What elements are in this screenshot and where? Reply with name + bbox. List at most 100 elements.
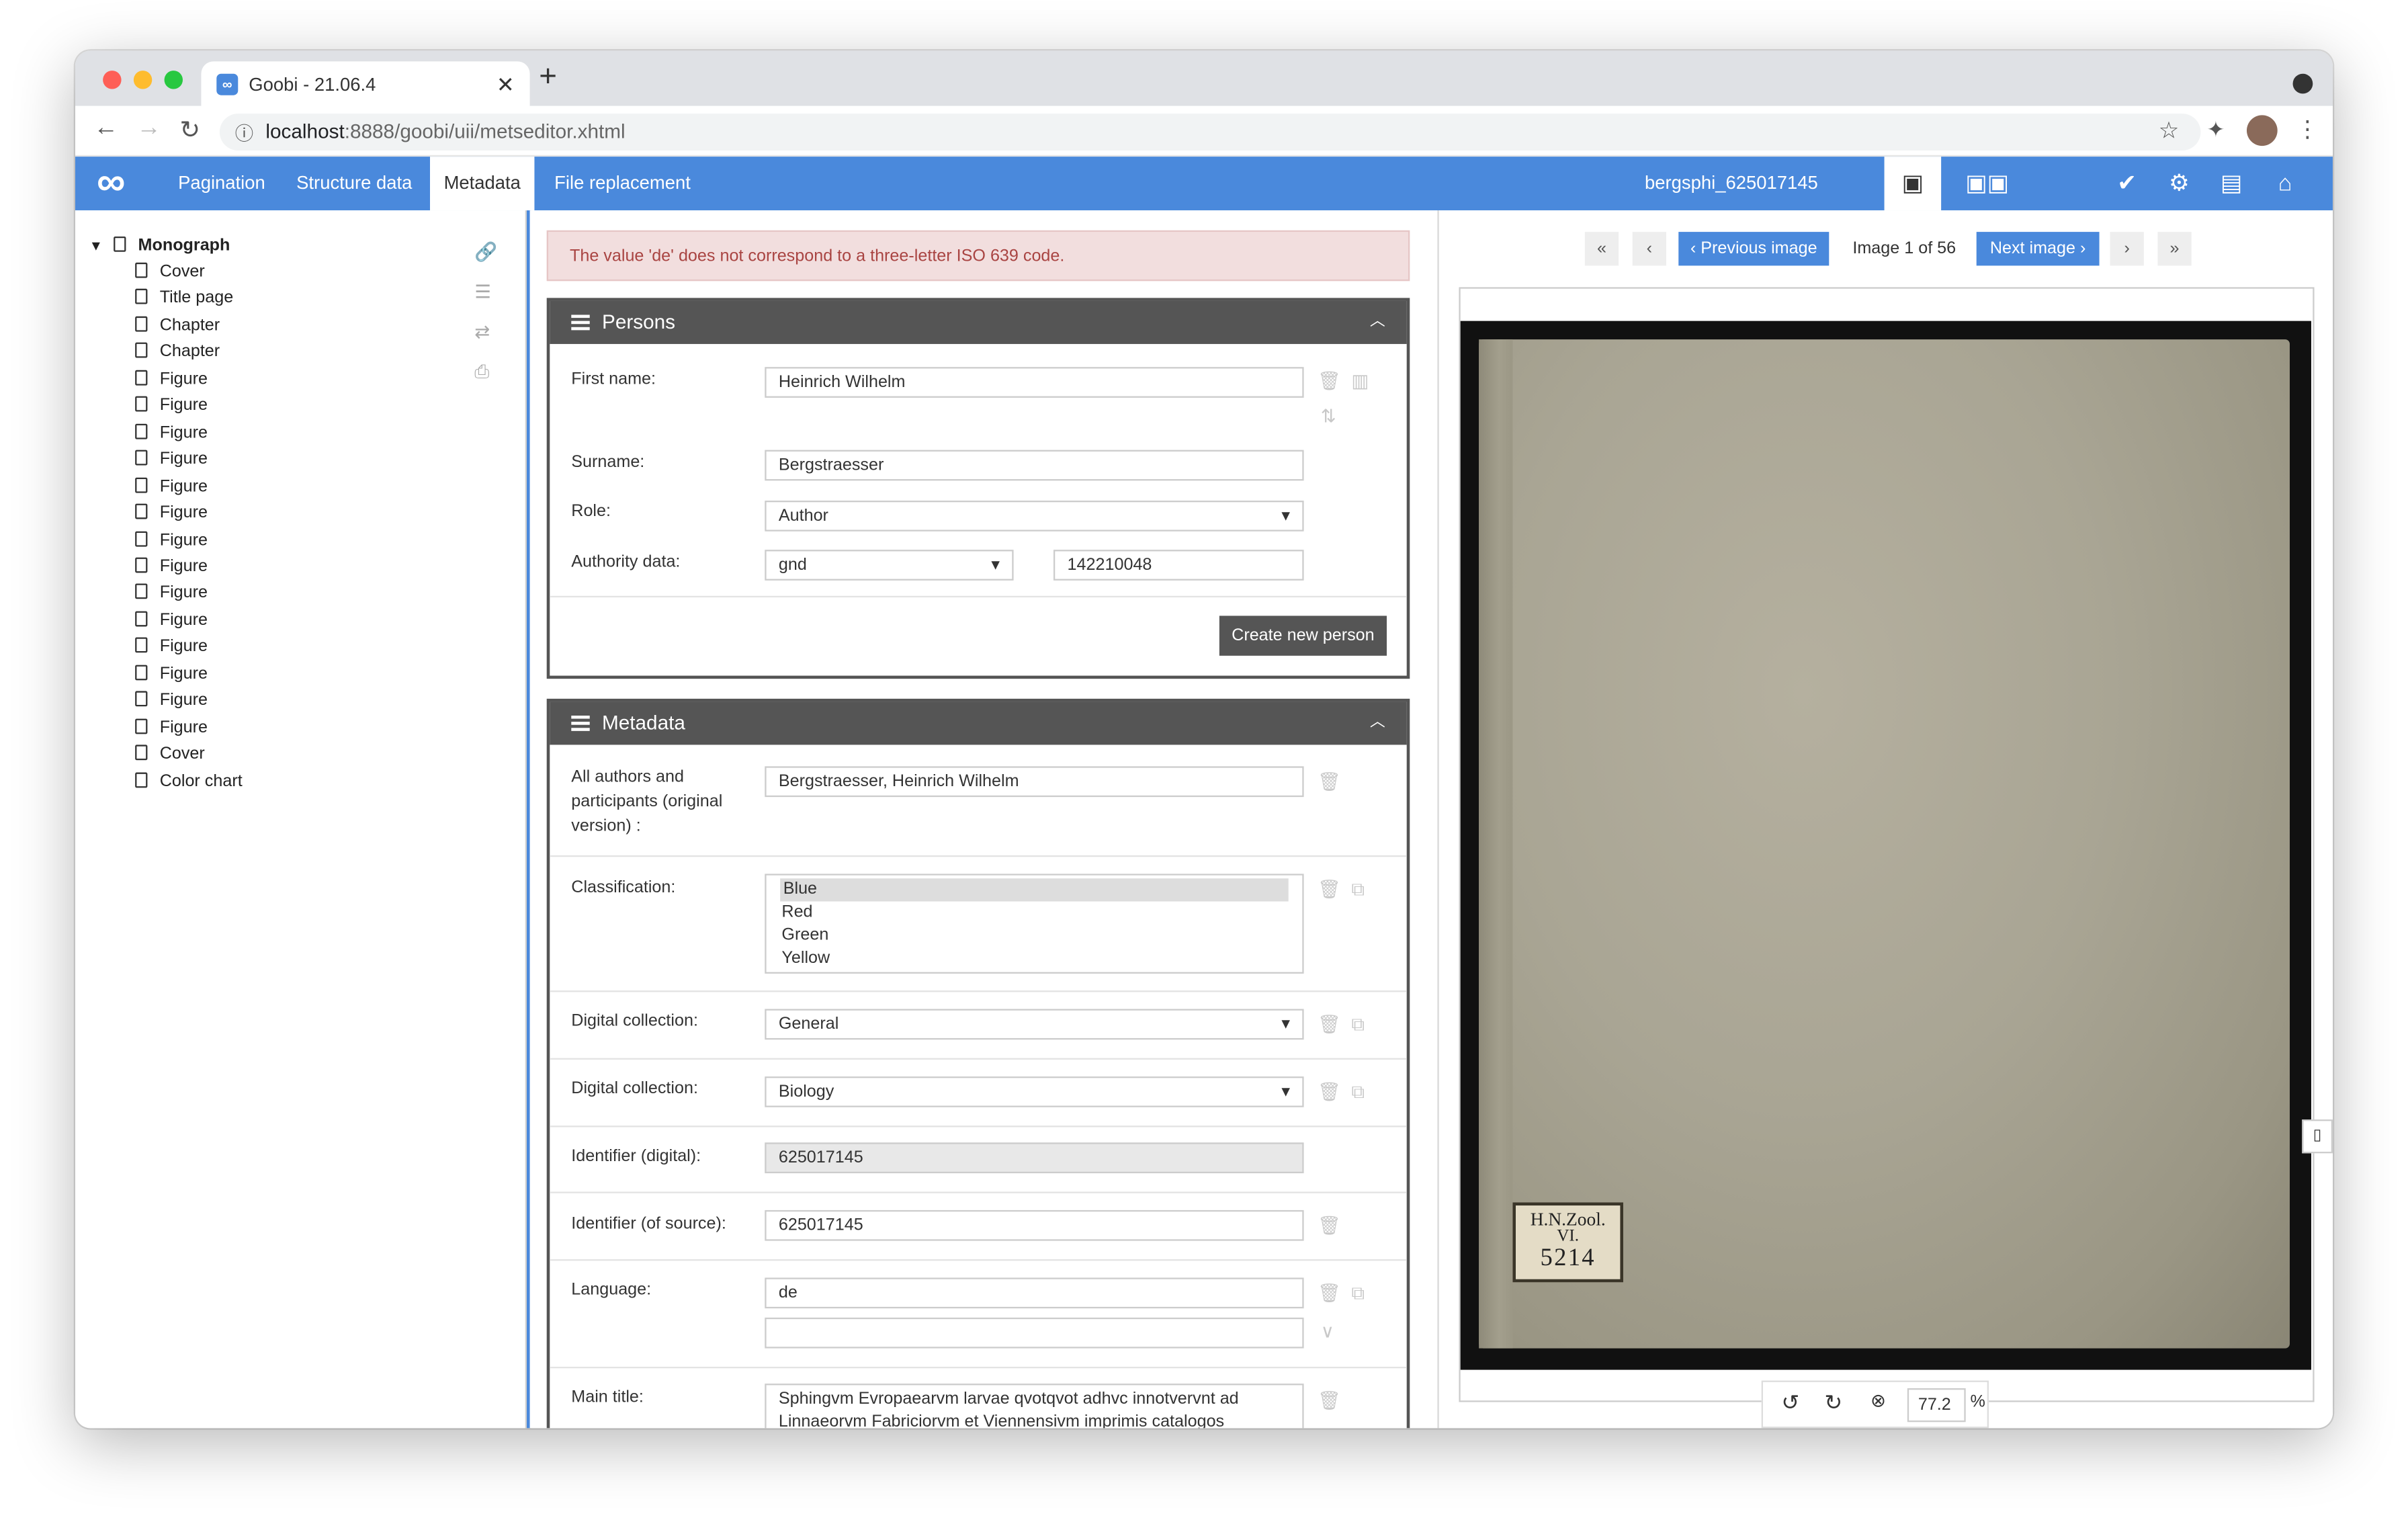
first-image-button[interactable]: « — [1584, 232, 1619, 266]
delete-trash-icon[interactable]: 🗑 — [1318, 1282, 1341, 1304]
first-name-input[interactable]: Heinrich Wilhelm — [765, 367, 1304, 398]
tree-item[interactable]: Color chart — [135, 769, 243, 795]
authority-source-select[interactable]: gnd — [765, 550, 1014, 581]
duplicate-copy-icon[interactable]: ⧉ — [1351, 878, 1365, 901]
list-icon[interactable]: ☰ — [474, 281, 491, 302]
settings-gear-icon[interactable]: ⚙ — [2159, 157, 2199, 210]
delete-trash-icon[interactable]: 🗑 — [1318, 1390, 1341, 1411]
next-image-small-button[interactable]: › — [2110, 232, 2144, 266]
persons-header[interactable]: Persons ︿ — [550, 300, 1407, 344]
close-window-button[interactable] — [103, 71, 122, 89]
collapse-triangle-icon[interactable]: ▼ — [89, 238, 103, 253]
tab-file-replacement[interactable]: File replacement — [554, 157, 691, 210]
tab-metadata[interactable]: Metadata — [429, 157, 535, 211]
classification-option[interactable]: Red — [767, 902, 1303, 925]
language-input[interactable]: de — [765, 1277, 1304, 1309]
sort-arrows-icon[interactable]: ⇅ — [1321, 405, 1336, 427]
surname-input[interactable]: Bergstraesser — [765, 450, 1304, 481]
minimize-window-button[interactable] — [133, 71, 153, 89]
print-icon[interactable]: ⎙ — [474, 361, 489, 384]
tree-item[interactable]: Figure — [135, 447, 208, 473]
reload-icon[interactable]: ↻ — [179, 115, 200, 146]
tree-root[interactable]: ▼ Monograph — [89, 233, 230, 259]
close-tab-icon[interactable]: ✕ — [497, 61, 515, 108]
tab-structure-data[interactable]: Structure data — [296, 157, 412, 210]
tree-item[interactable]: Figure — [135, 527, 208, 554]
delete-trash-icon[interactable]: 🗑 — [1318, 1081, 1341, 1103]
tree-item[interactable]: Title page — [135, 286, 233, 312]
classification-option[interactable]: Blue — [780, 878, 1289, 902]
bookmark-icon[interactable]: ▯ — [2302, 1119, 2333, 1154]
panel-splitter[interactable] — [526, 210, 530, 1429]
save-disk-icon[interactable]: ▤ — [2211, 157, 2251, 210]
forward-arrow-icon[interactable]: → — [136, 115, 161, 142]
delete-trash-icon[interactable]: 🗑 — [1318, 1013, 1341, 1035]
tree-item[interactable]: Figure — [135, 420, 208, 446]
address-bar[interactable]: ⓘ localhost:8888/goobi/uii/metseditor.xh… — [219, 114, 2201, 151]
rotate-right-icon[interactable]: ↻ — [1824, 1390, 1842, 1416]
tree-item[interactable]: Figure — [135, 554, 208, 581]
delete-trash-icon[interactable]: 🗑 — [1318, 771, 1341, 792]
extensions-icon[interactable]: ✦ — [2207, 117, 2225, 143]
tree-item[interactable]: Figure — [135, 394, 208, 420]
browser-tab[interactable]: ∞ Goobi - 21.06.4 ✕ — [201, 61, 530, 108]
delete-trash-icon[interactable]: 🗑 — [1318, 370, 1341, 392]
classification-option[interactable]: Green — [767, 925, 1303, 947]
tree-item[interactable]: Figure — [135, 661, 208, 687]
collapse-chevron-icon[interactable]: ︿ — [1370, 702, 1385, 745]
double-image-view-icon[interactable]: ▣▣ — [1949, 157, 2026, 210]
tree-item[interactable]: Chapter — [135, 340, 220, 366]
tree-item[interactable]: Chapter — [135, 313, 220, 339]
previous-image-button[interactable]: ‹ Previous image — [1678, 232, 1830, 266]
language-input-2[interactable] — [765, 1317, 1304, 1349]
main-title-textarea[interactable]: Sphingvm Evropaearvm larvae qvotqvot adh… — [765, 1384, 1304, 1429]
delete-trash-icon[interactable]: 🗑 — [1318, 878, 1341, 900]
tree-item[interactable]: Figure — [135, 688, 208, 714]
authority-barcode-icon[interactable]: ▥ — [1351, 370, 1369, 392]
new-tab-button[interactable]: + — [539, 60, 557, 95]
delete-trash-icon[interactable]: 🗑 — [1318, 1215, 1341, 1236]
tree-item[interactable]: Figure — [135, 581, 208, 607]
create-new-person-button[interactable]: Create new person — [1219, 616, 1387, 656]
maximize-window-button[interactable] — [164, 71, 183, 89]
tree-item[interactable]: Figure — [135, 608, 208, 634]
last-image-button[interactable]: » — [2157, 232, 2192, 266]
browser-menu-icon[interactable]: ⋮ — [2296, 115, 2319, 143]
profile-avatar[interactable] — [2246, 115, 2278, 146]
digital-collection-select[interactable]: General — [765, 1009, 1304, 1040]
authority-id-input[interactable]: 142210048 — [1053, 550, 1304, 581]
duplicate-copy-icon[interactable]: ⧉ — [1351, 1081, 1365, 1104]
tree-item[interactable]: Figure — [135, 474, 208, 500]
tree-item[interactable]: Figure — [135, 501, 208, 527]
goobi-logo-icon[interactable]: ∞ — [97, 157, 125, 210]
zoom-input[interactable]: 77.2 — [1907, 1388, 1966, 1423]
classification-option[interactable]: Yellow — [767, 947, 1303, 970]
home-icon[interactable]: ⌂ — [2265, 157, 2305, 210]
tree-item[interactable]: Figure — [135, 635, 208, 661]
tab-pagination[interactable]: Pagination — [178, 157, 265, 210]
single-image-view-icon[interactable]: ▣ — [1884, 157, 1942, 211]
tree-item[interactable]: Figure — [135, 367, 208, 393]
validate-checkmark-icon[interactable]: ✔ — [2107, 157, 2147, 210]
duplicate-copy-icon[interactable]: ⧉ — [1351, 1282, 1365, 1305]
tree-item[interactable]: Figure — [135, 715, 208, 741]
classification-listbox[interactable]: Blue Red Green Yellow — [765, 874, 1304, 974]
back-arrow-icon[interactable]: ← — [93, 115, 118, 142]
previous-image-small-button[interactable]: ‹ — [1632, 232, 1666, 266]
digital-collection-select[interactable]: Biology — [765, 1076, 1304, 1107]
duplicate-copy-icon[interactable]: ⧉ — [1351, 1013, 1365, 1036]
tree-item[interactable]: Cover — [135, 742, 205, 768]
all-authors-input[interactable]: Bergstraesser, Heinrich Wilhelm — [765, 766, 1304, 798]
scanned-book-cover-image[interactable]: H.N.Zool. VI. 5214 — [1460, 321, 2311, 1370]
bookmark-star-icon[interactable]: ☆ — [2159, 117, 2180, 144]
tree-item[interactable]: Cover — [135, 259, 205, 286]
identifier-source-input[interactable]: 625017145 — [765, 1209, 1304, 1241]
site-info-icon[interactable]: ⓘ — [235, 120, 253, 146]
rotate-left-icon[interactable]: ↺ — [1781, 1390, 1799, 1416]
metadata-header[interactable]: Metadata ︿ — [550, 702, 1407, 745]
tab-search-icon[interactable] — [2292, 73, 2313, 94]
reset-zoom-icon[interactable]: ⊗ — [1870, 1390, 1886, 1411]
next-image-button[interactable]: Next image › — [1976, 232, 2100, 266]
swap-icon[interactable]: ⇄ — [474, 321, 490, 343]
role-select[interactable]: Author — [765, 501, 1304, 532]
